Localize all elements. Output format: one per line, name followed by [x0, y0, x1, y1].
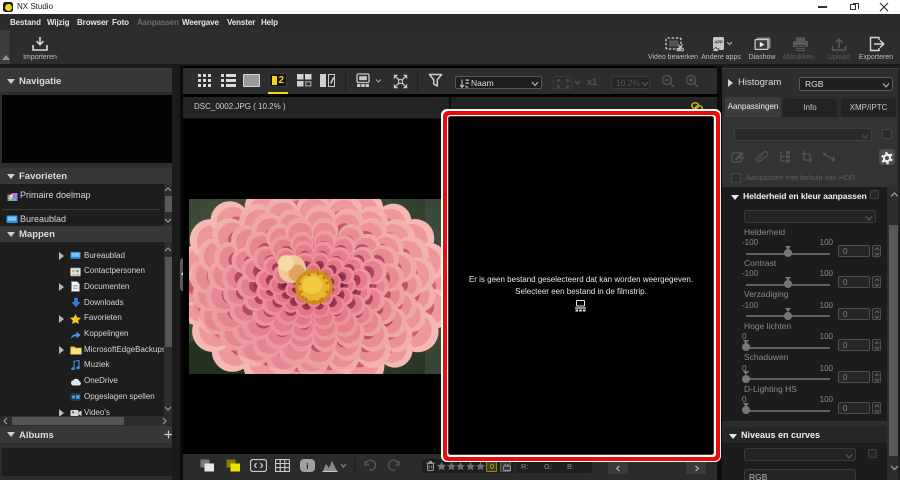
svg-text:APP: APP	[714, 40, 723, 45]
